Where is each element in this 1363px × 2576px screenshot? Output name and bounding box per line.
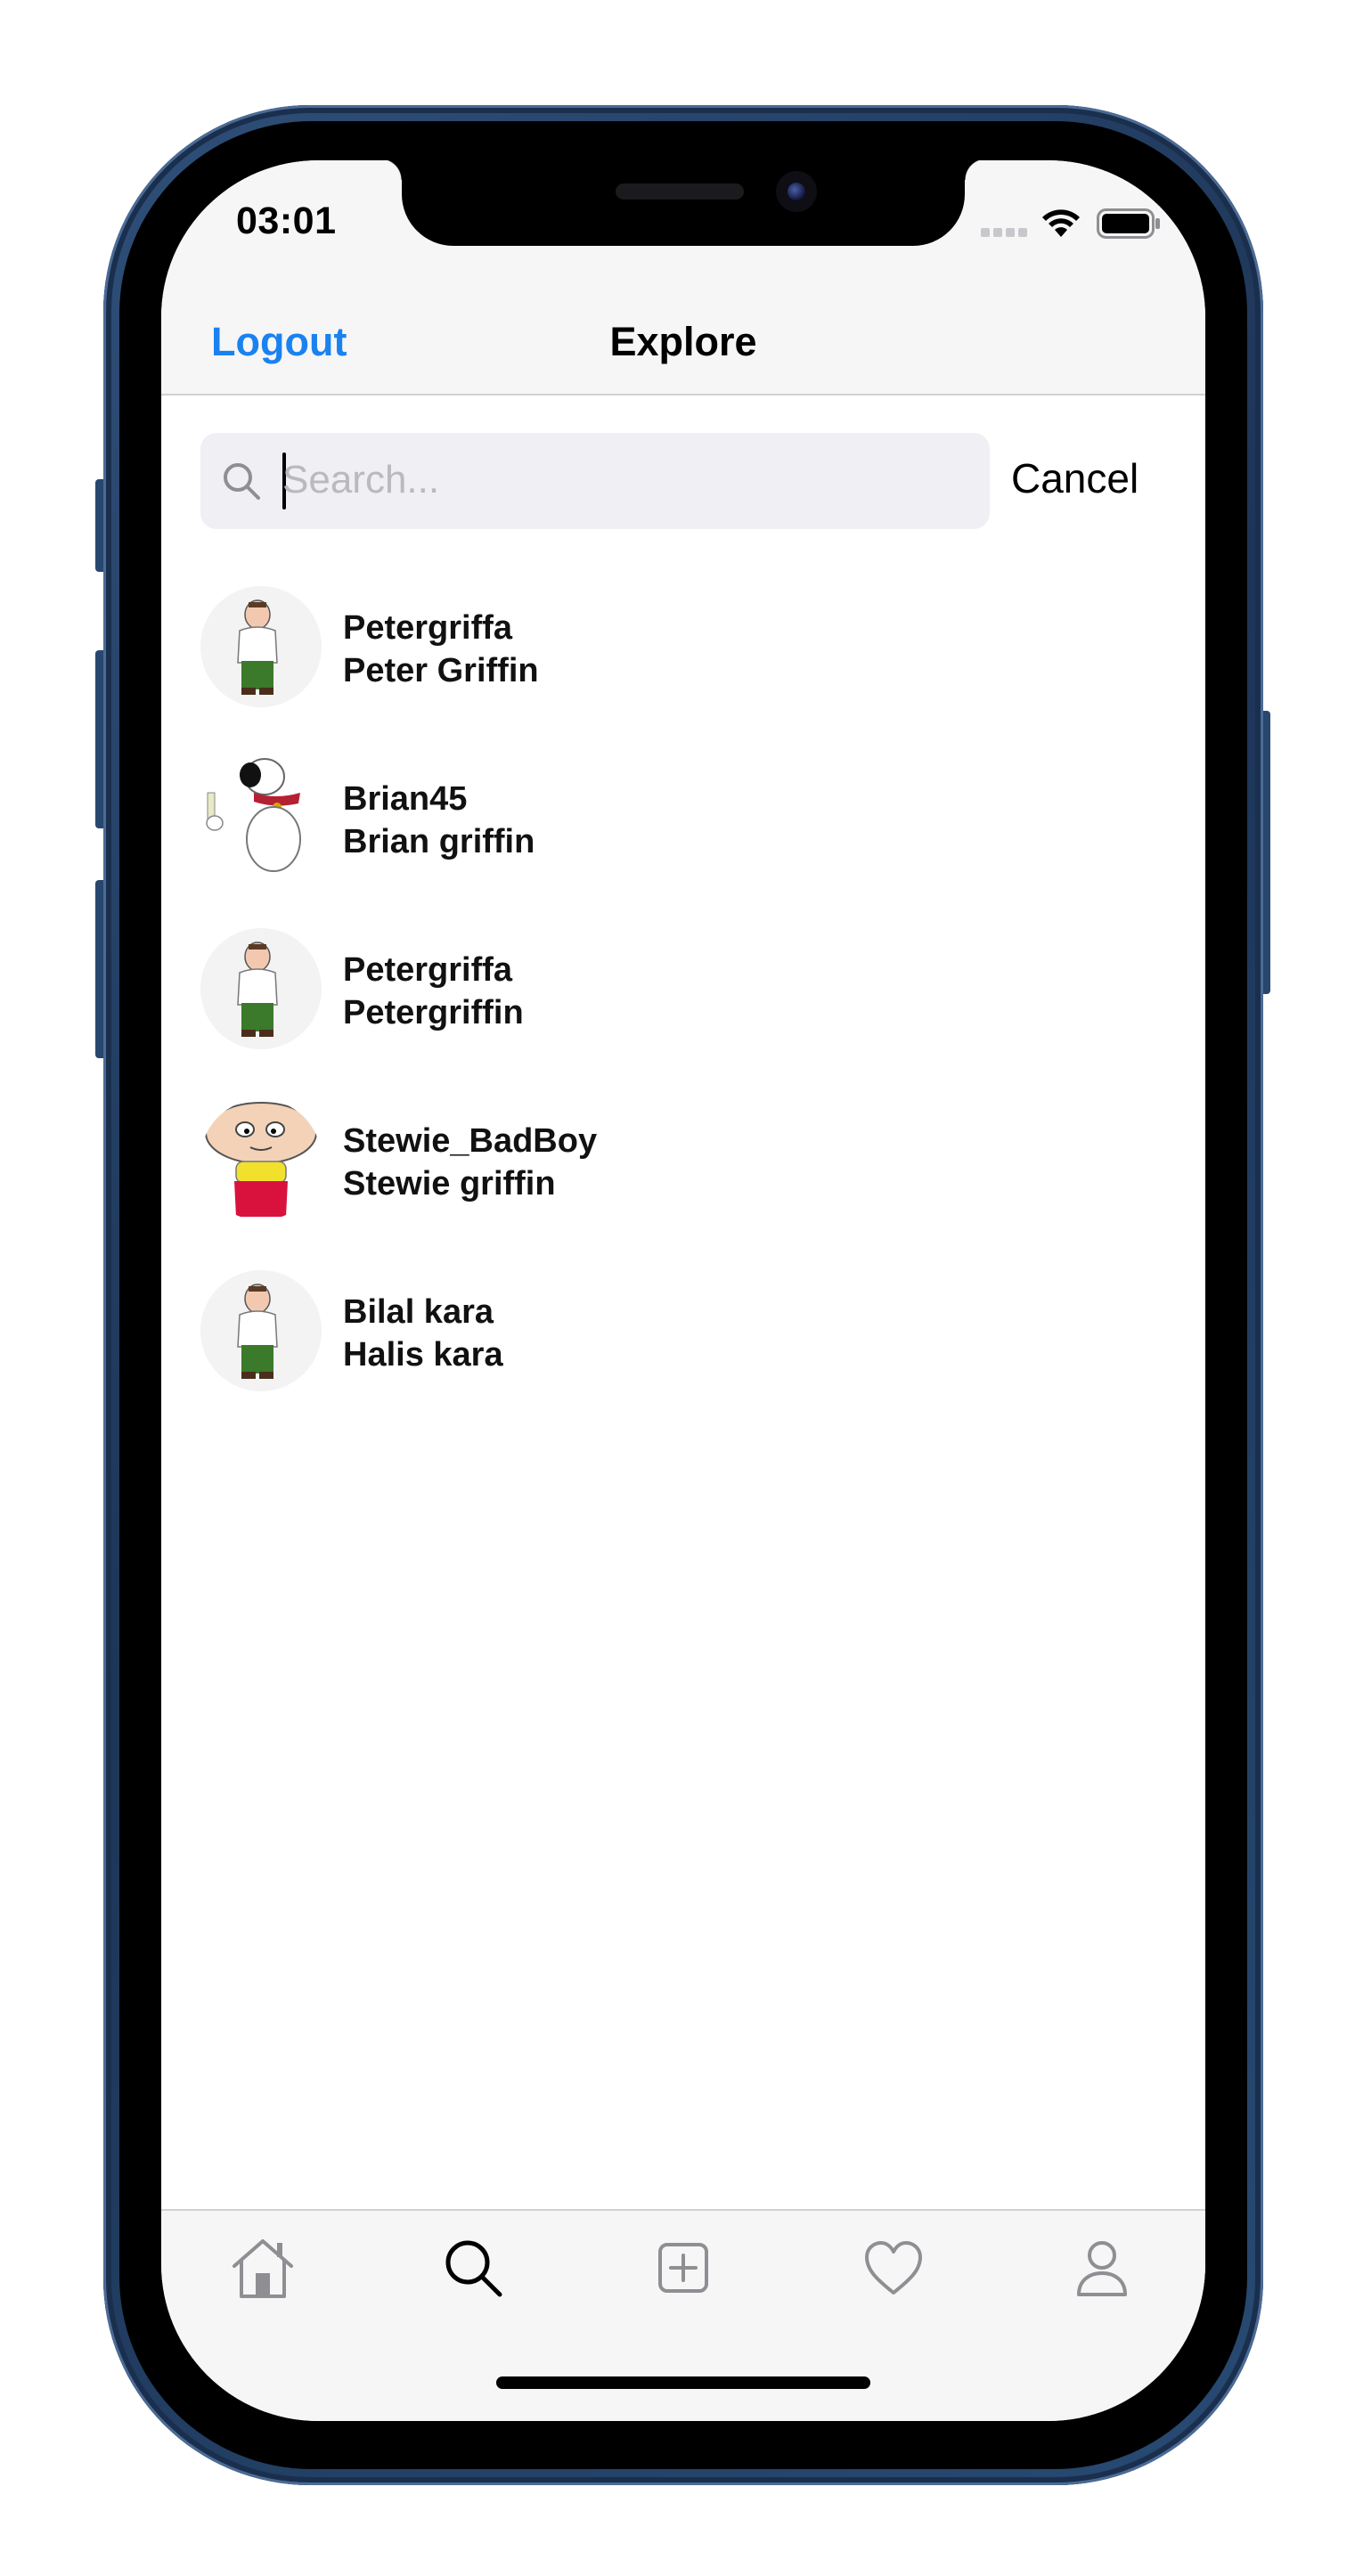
list-item[interactable]: Petergriffa Petergriffin	[200, 928, 1163, 1099]
username: Brian45	[343, 780, 468, 818]
wifi-icon	[1042, 209, 1080, 237]
navigation-bar: Logout Explore	[161, 294, 1205, 395]
list-item[interactable]: Bilal kara Halis kara	[200, 1270, 1163, 1441]
user-list: Petergriffa Peter Griffin Brian45 Brian …	[200, 586, 1163, 1441]
cancel-button[interactable]: Cancel	[1011, 454, 1139, 502]
tab-bar	[161, 2209, 1205, 2421]
full-name: Halis kara	[343, 1336, 503, 1374]
username: Stewie_BadBoy	[343, 1122, 598, 1160]
username: Petergriffa	[343, 609, 513, 647]
search-placeholder: Search...	[282, 458, 440, 501]
notch	[380, 160, 986, 246]
list-item[interactable]: Brian45 Brian griffin	[200, 757, 1163, 928]
peter-avatar	[200, 1270, 322, 1391]
stewie-avatar	[200, 1099, 322, 1220]
tab-add-post[interactable]	[648, 2232, 719, 2303]
home-icon	[233, 2239, 293, 2298]
phone-screen: 03:01 Logout Explore Search... Cancel Pe…	[161, 160, 1205, 2421]
battery-icon	[1097, 208, 1160, 239]
brian-avatar	[200, 757, 322, 878]
peter-avatar	[200, 586, 322, 707]
status-time: 03:01	[236, 200, 337, 242]
peter-avatar	[200, 928, 322, 1049]
cellular-signal-icon	[981, 228, 1027, 237]
page-title: Explore	[609, 319, 757, 364]
search-icon	[445, 2240, 502, 2297]
add-post-icon	[658, 2243, 708, 2293]
heart-icon	[865, 2241, 922, 2295]
tab-home[interactable]	[227, 2232, 298, 2303]
full-name: Peter Griffin	[343, 652, 539, 689]
home-indicator	[496, 2376, 870, 2389]
username: Bilal kara	[343, 1293, 494, 1331]
tab-activity[interactable]	[858, 2232, 929, 2303]
search-icon	[224, 463, 260, 500]
full-name: Stewie griffin	[343, 1165, 556, 1202]
speaker-grille	[616, 183, 744, 200]
list-item[interactable]: Petergriffa Peter Griffin	[200, 586, 1163, 757]
search-input[interactable]: Search...	[200, 433, 990, 529]
profile-icon	[1077, 2241, 1127, 2296]
tab-profile[interactable]	[1066, 2232, 1138, 2303]
list-item[interactable]: Stewie_BadBoy Stewie griffin	[200, 1099, 1163, 1270]
full-name: Petergriffin	[343, 994, 524, 1031]
tab-search[interactable]	[437, 2232, 509, 2303]
full-name: Brian griffin	[343, 823, 535, 860]
username: Petergriffa	[343, 951, 513, 989]
front-camera	[776, 171, 817, 212]
